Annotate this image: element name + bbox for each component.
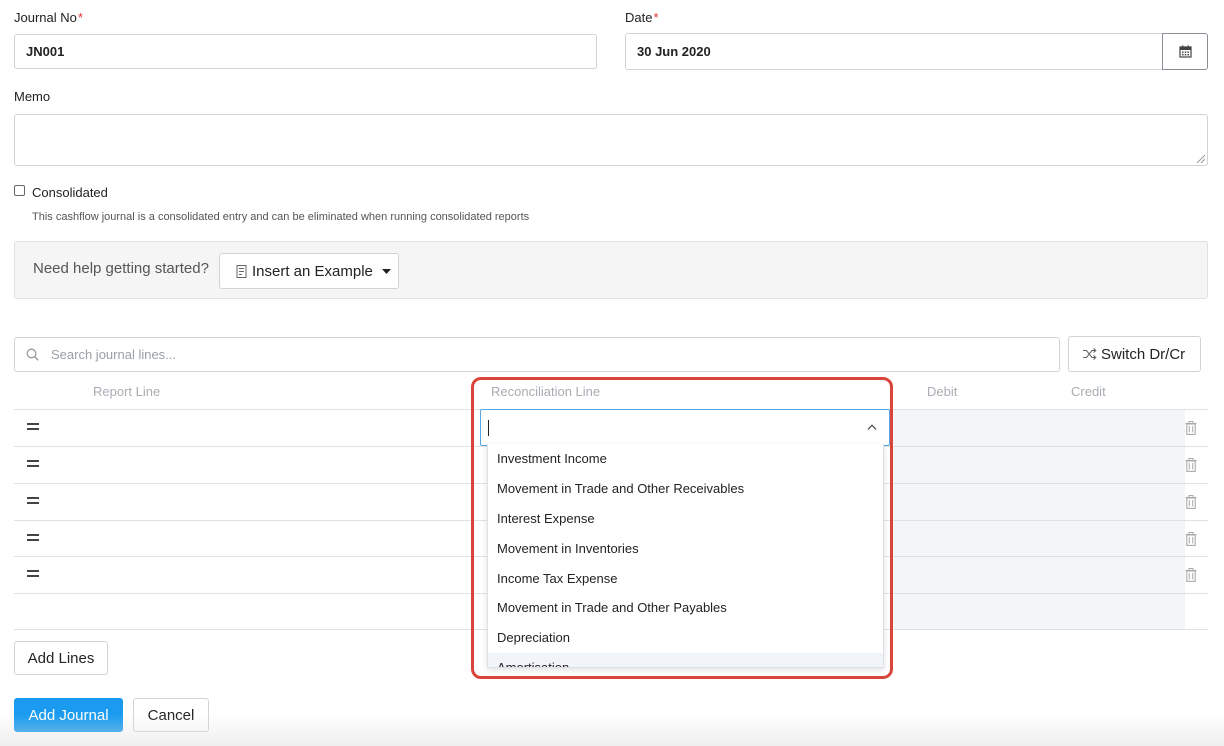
add-lines-button[interactable]: Add Lines <box>14 641 108 675</box>
amount-cell-background <box>892 557 1185 593</box>
dropdown-option[interactable]: Movement in Inventories <box>488 533 883 563</box>
trash-icon[interactable] <box>1185 495 1197 509</box>
date-label: Date* <box>625 10 659 25</box>
add-journal-button[interactable]: Add Journal <box>14 698 123 732</box>
amount-cell-background <box>892 521 1185 557</box>
switch-dr-cr-label: Switch Dr/Cr <box>1101 345 1186 363</box>
insert-example-button[interactable]: Insert an Example <box>219 253 399 289</box>
dropdown-option[interactable]: Depreciation <box>488 623 883 653</box>
drag-handle-icon[interactable] <box>27 460 39 467</box>
consolidated-checkbox[interactable] <box>14 185 25 196</box>
dropdown-option[interactable]: Movement in Trade and Other Receivables <box>488 474 883 504</box>
amount-cell-background <box>892 447 1185 483</box>
drag-handle-icon[interactable] <box>27 423 39 430</box>
column-header-reconciliation-line: Reconciliation Line <box>491 384 601 399</box>
column-header-debit: Debit <box>927 384 958 399</box>
switch-dr-cr-button[interactable]: Switch Dr/Cr <box>1068 336 1201 372</box>
memo-textarea[interactable] <box>14 114 1208 166</box>
date-input[interactable]: 30 Jun 2020 <box>625 33 1163 70</box>
trash-icon[interactable] <box>1185 532 1197 546</box>
memo-label: Memo <box>14 89 51 104</box>
drag-handle-icon[interactable] <box>27 570 39 577</box>
column-header-credit: Credit <box>1071 384 1106 399</box>
calendar-button[interactable] <box>1162 33 1208 70</box>
shuffle-icon <box>1083 348 1097 360</box>
consolidated-label[interactable]: Consolidated <box>32 185 108 200</box>
caret-down-icon <box>381 268 391 274</box>
resize-grip-icon[interactable] <box>1196 154 1205 163</box>
trash-icon[interactable] <box>1185 458 1197 472</box>
reconciliation-line-select[interactable] <box>480 409 890 446</box>
search-input[interactable] <box>49 338 1039 371</box>
trash-icon[interactable] <box>1185 421 1197 435</box>
search-icon <box>26 348 39 361</box>
insert-example-label: Insert an Example <box>252 262 373 280</box>
drag-handle-icon[interactable] <box>27 534 39 541</box>
dropdown-option[interactable]: Income Tax Expense <box>488 563 883 593</box>
search-box[interactable] <box>14 337 1060 372</box>
drag-handle-icon[interactable] <box>27 497 39 504</box>
cancel-button[interactable]: Cancel <box>133 698 209 732</box>
dropdown-option[interactable]: Interest Expense <box>488 504 883 534</box>
amount-cell-background <box>892 594 1185 630</box>
column-header-report-line: Report Line <box>93 384 161 399</box>
document-icon <box>236 264 247 278</box>
amount-cell-background <box>892 484 1185 520</box>
text-caret <box>488 420 489 436</box>
calendar-icon <box>1178 45 1192 58</box>
chevron-up-icon[interactable] <box>867 424 877 430</box>
consolidated-hint: This cashflow journal is a consolidated … <box>32 211 530 223</box>
help-text: Need help getting started? <box>33 260 209 277</box>
trash-icon[interactable] <box>1185 568 1197 582</box>
reconciliation-options-list[interactable]: Investment Income Movement in Trade and O… <box>487 444 884 668</box>
dropdown-option[interactable]: Movement in Trade and Other Payables <box>488 593 883 623</box>
journal-no-label: Journal No* <box>14 10 83 25</box>
dropdown-option[interactable]: Amortisation <box>488 652 883 667</box>
dropdown-option[interactable]: Investment Income <box>488 444 883 474</box>
amount-cell-background <box>892 410 1185 446</box>
journal-no-input[interactable]: JN001 <box>14 34 597 69</box>
help-panel: Need help getting started? Insert an Exa… <box>14 241 1208 299</box>
